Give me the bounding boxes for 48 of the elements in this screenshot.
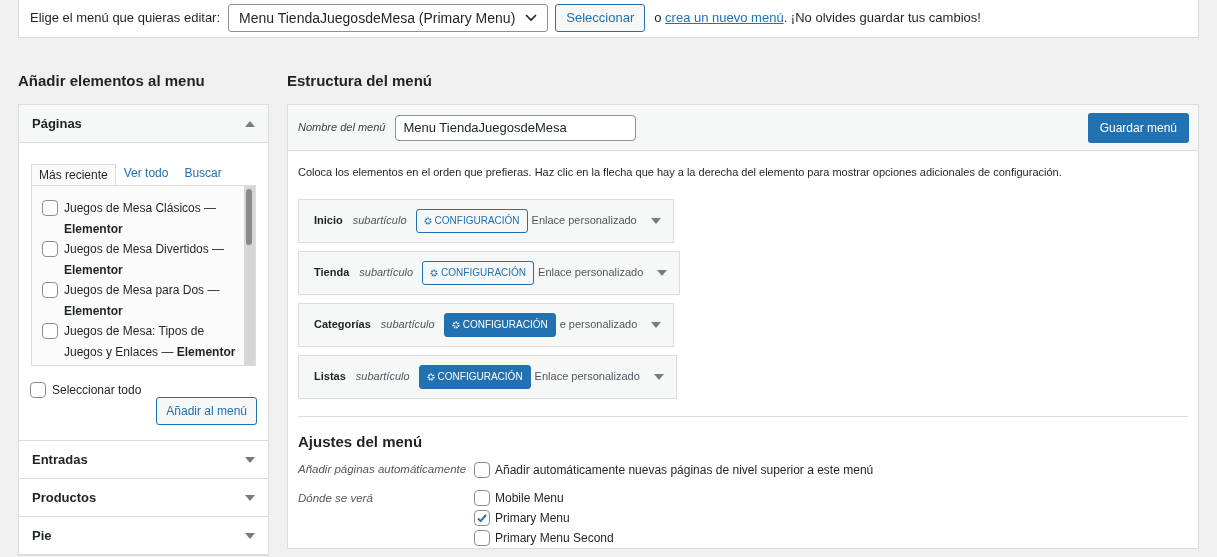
item-subtitle: subartículo: [355, 369, 410, 385]
tab[interactable]: Más reciente: [31, 164, 116, 186]
item-subtitle: subartículo: [352, 213, 407, 229]
add-to-menu-button[interactable]: Añadir al menú: [156, 397, 257, 425]
item-title: Tienda: [314, 265, 350, 281]
item-title: Categorías: [314, 317, 371, 333]
section-heading: Ajustes del menú: [298, 431, 424, 452]
page-title: Juegos de Mesa Divertidos — Elementor: [64, 241, 226, 279]
page-title: Juegos de Mesa Clásicos — Elementor: [64, 200, 218, 238]
accordion-header[interactable]: Páginas: [19, 105, 268, 143]
menu-item-bar[interactable]: Listas subartículo CONFIGURACIÓN Enlace personalizado: [298, 354, 677, 399]
instructions: Coloca los elementos en el orden que prefieras. Haz clic en la flecha que hay a la derecha del elemento para mostrar opciones adicionales de configuración.: [298, 165, 1063, 180]
page-title: Juegos de Mesa: Tipos de Juegos y Enlaces — Elementor: [64, 323, 236, 361]
checkbox-label: Añadir automáticamente nuevas páginas de nivel superior a este menú: [495, 462, 874, 479]
tab[interactable]: Buscar: [176, 163, 230, 185]
checkbox-label: Mobile Menu: [495, 490, 564, 507]
settings-button[interactable]: CONFIGURACIÓN: [418, 364, 531, 389]
select-button[interactable]: Seleccionar: [555, 4, 646, 32]
section-heading: Estructura del menú: [287, 71, 434, 91]
setting-label: Dónde se verá: [298, 491, 374, 506]
checkbox-label: Primary Menu Second: [495, 530, 614, 547]
select-label: Elige el menú que quieras editar:: [30, 9, 221, 28]
menu-name-field[interactable]: Menu TiendaJuegosdeMesa: [395, 114, 637, 141]
menu-item-bar[interactable]: Inicio subartículo CONFIGURACIÓN Enlace personalizado: [298, 198, 674, 243]
item-subtitle: subartículo: [359, 265, 414, 281]
menu-item-bar[interactable]: Tienda subartículo CONFIGURACIÓN Enlace personalizado: [298, 250, 681, 295]
setting-label: Añadir páginas automáticamente: [298, 462, 468, 478]
item-title: Listas: [314, 369, 346, 385]
item-type: Enlace personalizado: [534, 369, 640, 385]
settings-button[interactable]: CONFIGURACIÓN: [422, 260, 535, 285]
item-title: Inicio: [314, 213, 343, 229]
checkbox-label: Seleccionar todo: [52, 382, 142, 399]
settings-button[interactable]: CONFIGURACIÓN: [443, 312, 556, 337]
settings-button[interactable]: CONFIGURACIÓN: [415, 208, 528, 233]
tab[interactable]: Ver todo: [115, 163, 177, 185]
section-heading: Añadir elementos al menu: [18, 71, 206, 91]
menu-item-bar[interactable]: Categorías subartículo CONFIGURACIÓN e personalizado: [298, 302, 675, 347]
item-type: Enlace personalizado: [538, 265, 644, 281]
field-label: Nombre del menú: [298, 120, 386, 136]
item-type: e personalizado: [559, 317, 638, 333]
select-hint: o crea un nuevo menú. ¡No olvides guardar tus cambios!: [654, 9, 981, 28]
item-subtitle: subartículo: [380, 317, 435, 333]
save-menu-button[interactable]: Guardar menú: [1087, 112, 1189, 143]
item-type: Enlace personalizado: [531, 213, 637, 229]
checkbox-label: Primary Menu: [495, 510, 570, 527]
page-title: Juegos de Mesa para Dos — Elementor: [64, 282, 221, 320]
menu-dropdown[interactable]: Menu TiendaJuegosdeMesa (Primary Menu): [228, 4, 549, 32]
create-menu-link[interactable]: crea un nuevo menú: [665, 10, 784, 26]
